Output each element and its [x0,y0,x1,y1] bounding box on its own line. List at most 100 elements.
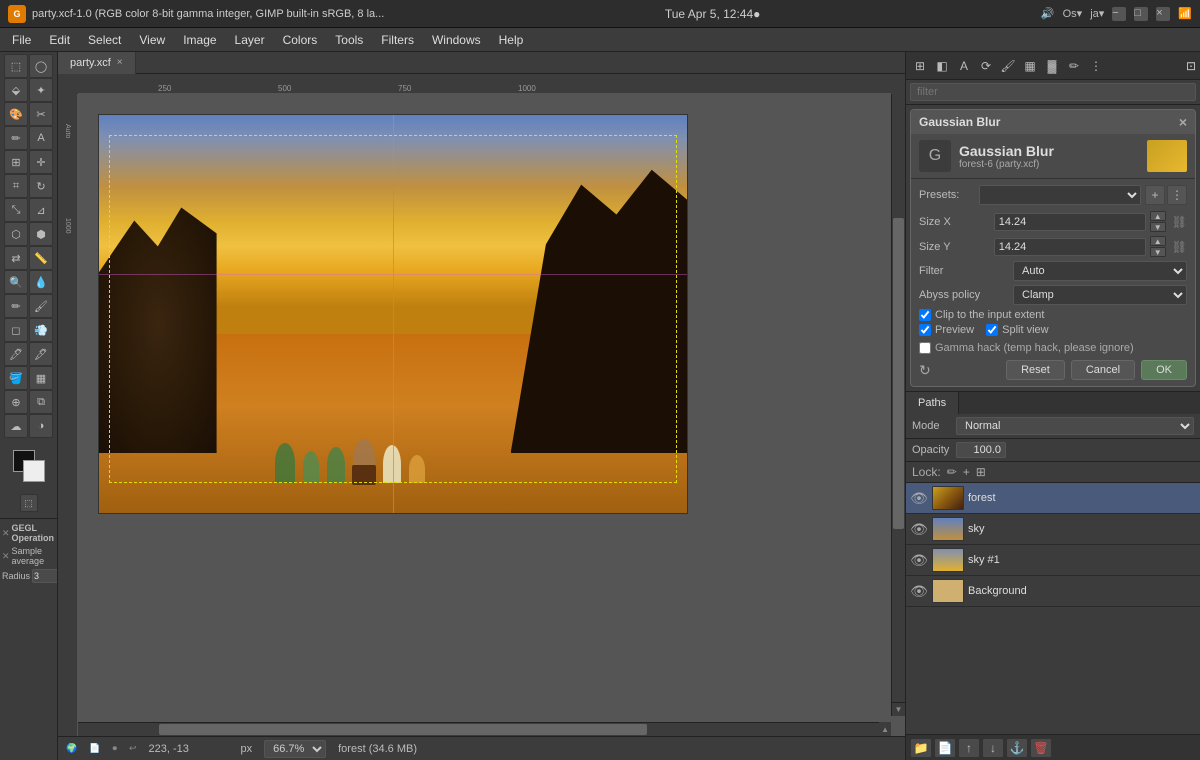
maximize-button[interactable]: □ [1134,7,1148,21]
gegl-collapse-icon[interactable]: ✕ [2,528,10,539]
lock-pixels-icon[interactable]: ✏ [947,465,957,479]
canvas-content[interactable]: ▼ ▲ [78,94,905,736]
tool-blend[interactable]: ▦ [29,366,53,390]
size-x-down[interactable]: ▼ [1150,222,1166,232]
lock-position-icon[interactable]: + [963,465,970,479]
panel-expand-btn[interactable]: ⊡ [1186,59,1196,73]
menu-filters[interactable]: Filters [373,31,422,49]
layer-visibility-background[interactable]: 👁 [910,583,928,600]
tab-paths[interactable]: Paths [906,392,959,414]
strip-icon-patterns[interactable]: ▦ [1020,56,1040,76]
tool-transform[interactable]: ⬢ [29,222,53,246]
tool-clone[interactable]: ⧉ [29,390,53,414]
presets-select[interactable] [979,185,1141,205]
tool-color-select[interactable]: 🎨 [4,102,28,126]
menu-image[interactable]: Image [175,31,224,49]
tool-fuzzy-select[interactable]: ✦ [29,78,53,102]
layers-new-layer-btn[interactable]: 📄 [934,738,956,758]
background-color[interactable] [23,460,45,482]
lock-alpha-icon[interactable]: ⊞ [976,465,986,479]
size-y-up[interactable]: ▲ [1150,236,1166,246]
tool-flip[interactable]: ⇄ [4,246,28,270]
preview-checkbox[interactable] [919,324,931,336]
tool-bucket-fill[interactable]: 🪣 [4,366,28,390]
opacity-input[interactable] [956,442,1006,458]
size-y-down[interactable]: ▼ [1150,247,1166,257]
strip-icon-layers[interactable]: ⊞ [910,56,930,76]
tool-measure[interactable]: 📏 [29,246,53,270]
layer-visibility-sky[interactable]: 👁 [910,521,928,538]
tool-pencil[interactable]: ✏ [4,294,28,318]
size-x-up[interactable]: ▲ [1150,211,1166,221]
layer-visibility-forest[interactable]: 👁 [910,490,928,507]
gegl-radius-input[interactable] [32,569,58,583]
minimize-button[interactable]: − [1112,7,1126,21]
size-y-chain-link[interactable]: ⛓ [1172,240,1187,254]
painting-canvas[interactable] [98,114,688,514]
filter-select[interactable]: Auto RLE IIR [1013,261,1187,281]
layer-item-forest[interactable]: 👁 forest [906,483,1200,514]
size-x-chain-link[interactable]: ⛓ [1172,215,1187,229]
tool-shear[interactable]: ⊿ [29,198,53,222]
abyss-select[interactable]: Clamp None Loop [1013,285,1187,305]
tool-scissors[interactable]: ✂ [29,102,53,126]
status-icon-3[interactable]: ⏺ [112,743,117,754]
cancel-button[interactable]: Cancel [1071,360,1135,380]
menu-tools[interactable]: Tools [327,31,371,49]
strip-icon-fonts[interactable]: ✏ [1064,56,1084,76]
canvas-tab-party[interactable]: party.xcf × [58,52,136,74]
gamma-checkbox[interactable] [919,342,931,354]
layers-raise-btn[interactable]: ↑ [958,738,980,758]
status-icon-2[interactable]: 📄 [89,743,100,754]
layer-visibility-sky1[interactable]: 👁 [910,552,928,569]
horizontal-scrollbar[interactable] [78,722,891,736]
status-icon-4[interactable]: ↩ [129,743,137,754]
vscroll-thumb[interactable] [893,218,904,529]
layer-item-background[interactable]: 👁 Background [906,576,1200,607]
strip-icon-paths[interactable]: A [954,56,974,76]
nav-icon-1[interactable]: ▲ [881,725,889,734]
tool-smudge[interactable]: ☁ [4,414,28,438]
vertical-scrollbar[interactable]: ▼ [891,94,905,716]
tool-extra-1[interactable]: ⬚ [20,494,38,512]
tool-mypaint[interactable]: 🖋 [29,342,53,366]
layers-new-group-btn[interactable]: 📁 [910,738,932,758]
clip-checkbox[interactable] [919,309,931,321]
mode-select[interactable]: Normal Multiply Screen [956,417,1194,435]
tool-paths[interactable]: ✏ [4,126,28,150]
tool-heal[interactable]: ⊕ [4,390,28,414]
reset-button[interactable]: Reset [1006,360,1065,380]
layers-duplicate-btn[interactable]: ⚓ [1006,738,1028,758]
tool-dodge[interactable]: ◑ [29,414,53,438]
user-label[interactable]: ja▾ [1090,7,1104,20]
size-x-input[interactable] [994,213,1146,231]
menu-help[interactable]: Help [491,31,532,49]
tool-free-select[interactable]: ⬙ [4,78,28,102]
size-y-input[interactable] [994,238,1146,256]
layer-item-sky[interactable]: 👁 sky [906,514,1200,545]
color-swatches[interactable] [13,450,45,482]
tool-paintbrush[interactable]: 🖌 [29,294,53,318]
tool-color-picker[interactable]: 💧 [29,270,53,294]
tool-scale[interactable]: ⤡ [4,198,28,222]
layer-item-sky1[interactable]: 👁 sky #1 [906,545,1200,576]
tool-eraser[interactable]: ◻ [4,318,28,342]
splitview-checkbox[interactable] [986,324,998,336]
gaussian-blur-close-btn[interactable]: × [1179,114,1187,130]
tool-ink[interactable]: 🖊 [4,342,28,366]
canvas-tab-close[interactable]: × [117,57,123,68]
preset-add-btn[interactable]: + [1145,185,1165,205]
tool-rect-select[interactable]: ⬚ [4,54,28,78]
gegl-close-icon[interactable]: ✕ [2,551,10,562]
preset-menu-btn[interactable]: ⋮ [1167,185,1187,205]
strip-icon-channels[interactable]: ◧ [932,56,952,76]
menu-select[interactable]: Select [80,31,129,49]
tool-crop[interactable]: ⌗ [4,174,28,198]
menu-layer[interactable]: Layer [227,31,273,49]
menu-view[interactable]: View [131,31,173,49]
volume-icon[interactable]: 🔊 [1041,7,1055,20]
tool-zoom[interactable]: 🔍 [4,270,28,294]
layers-delete-btn[interactable]: 🗑 [1030,738,1052,758]
tool-align[interactable]: ⊞ [4,150,28,174]
close-button[interactable]: × [1156,7,1170,21]
